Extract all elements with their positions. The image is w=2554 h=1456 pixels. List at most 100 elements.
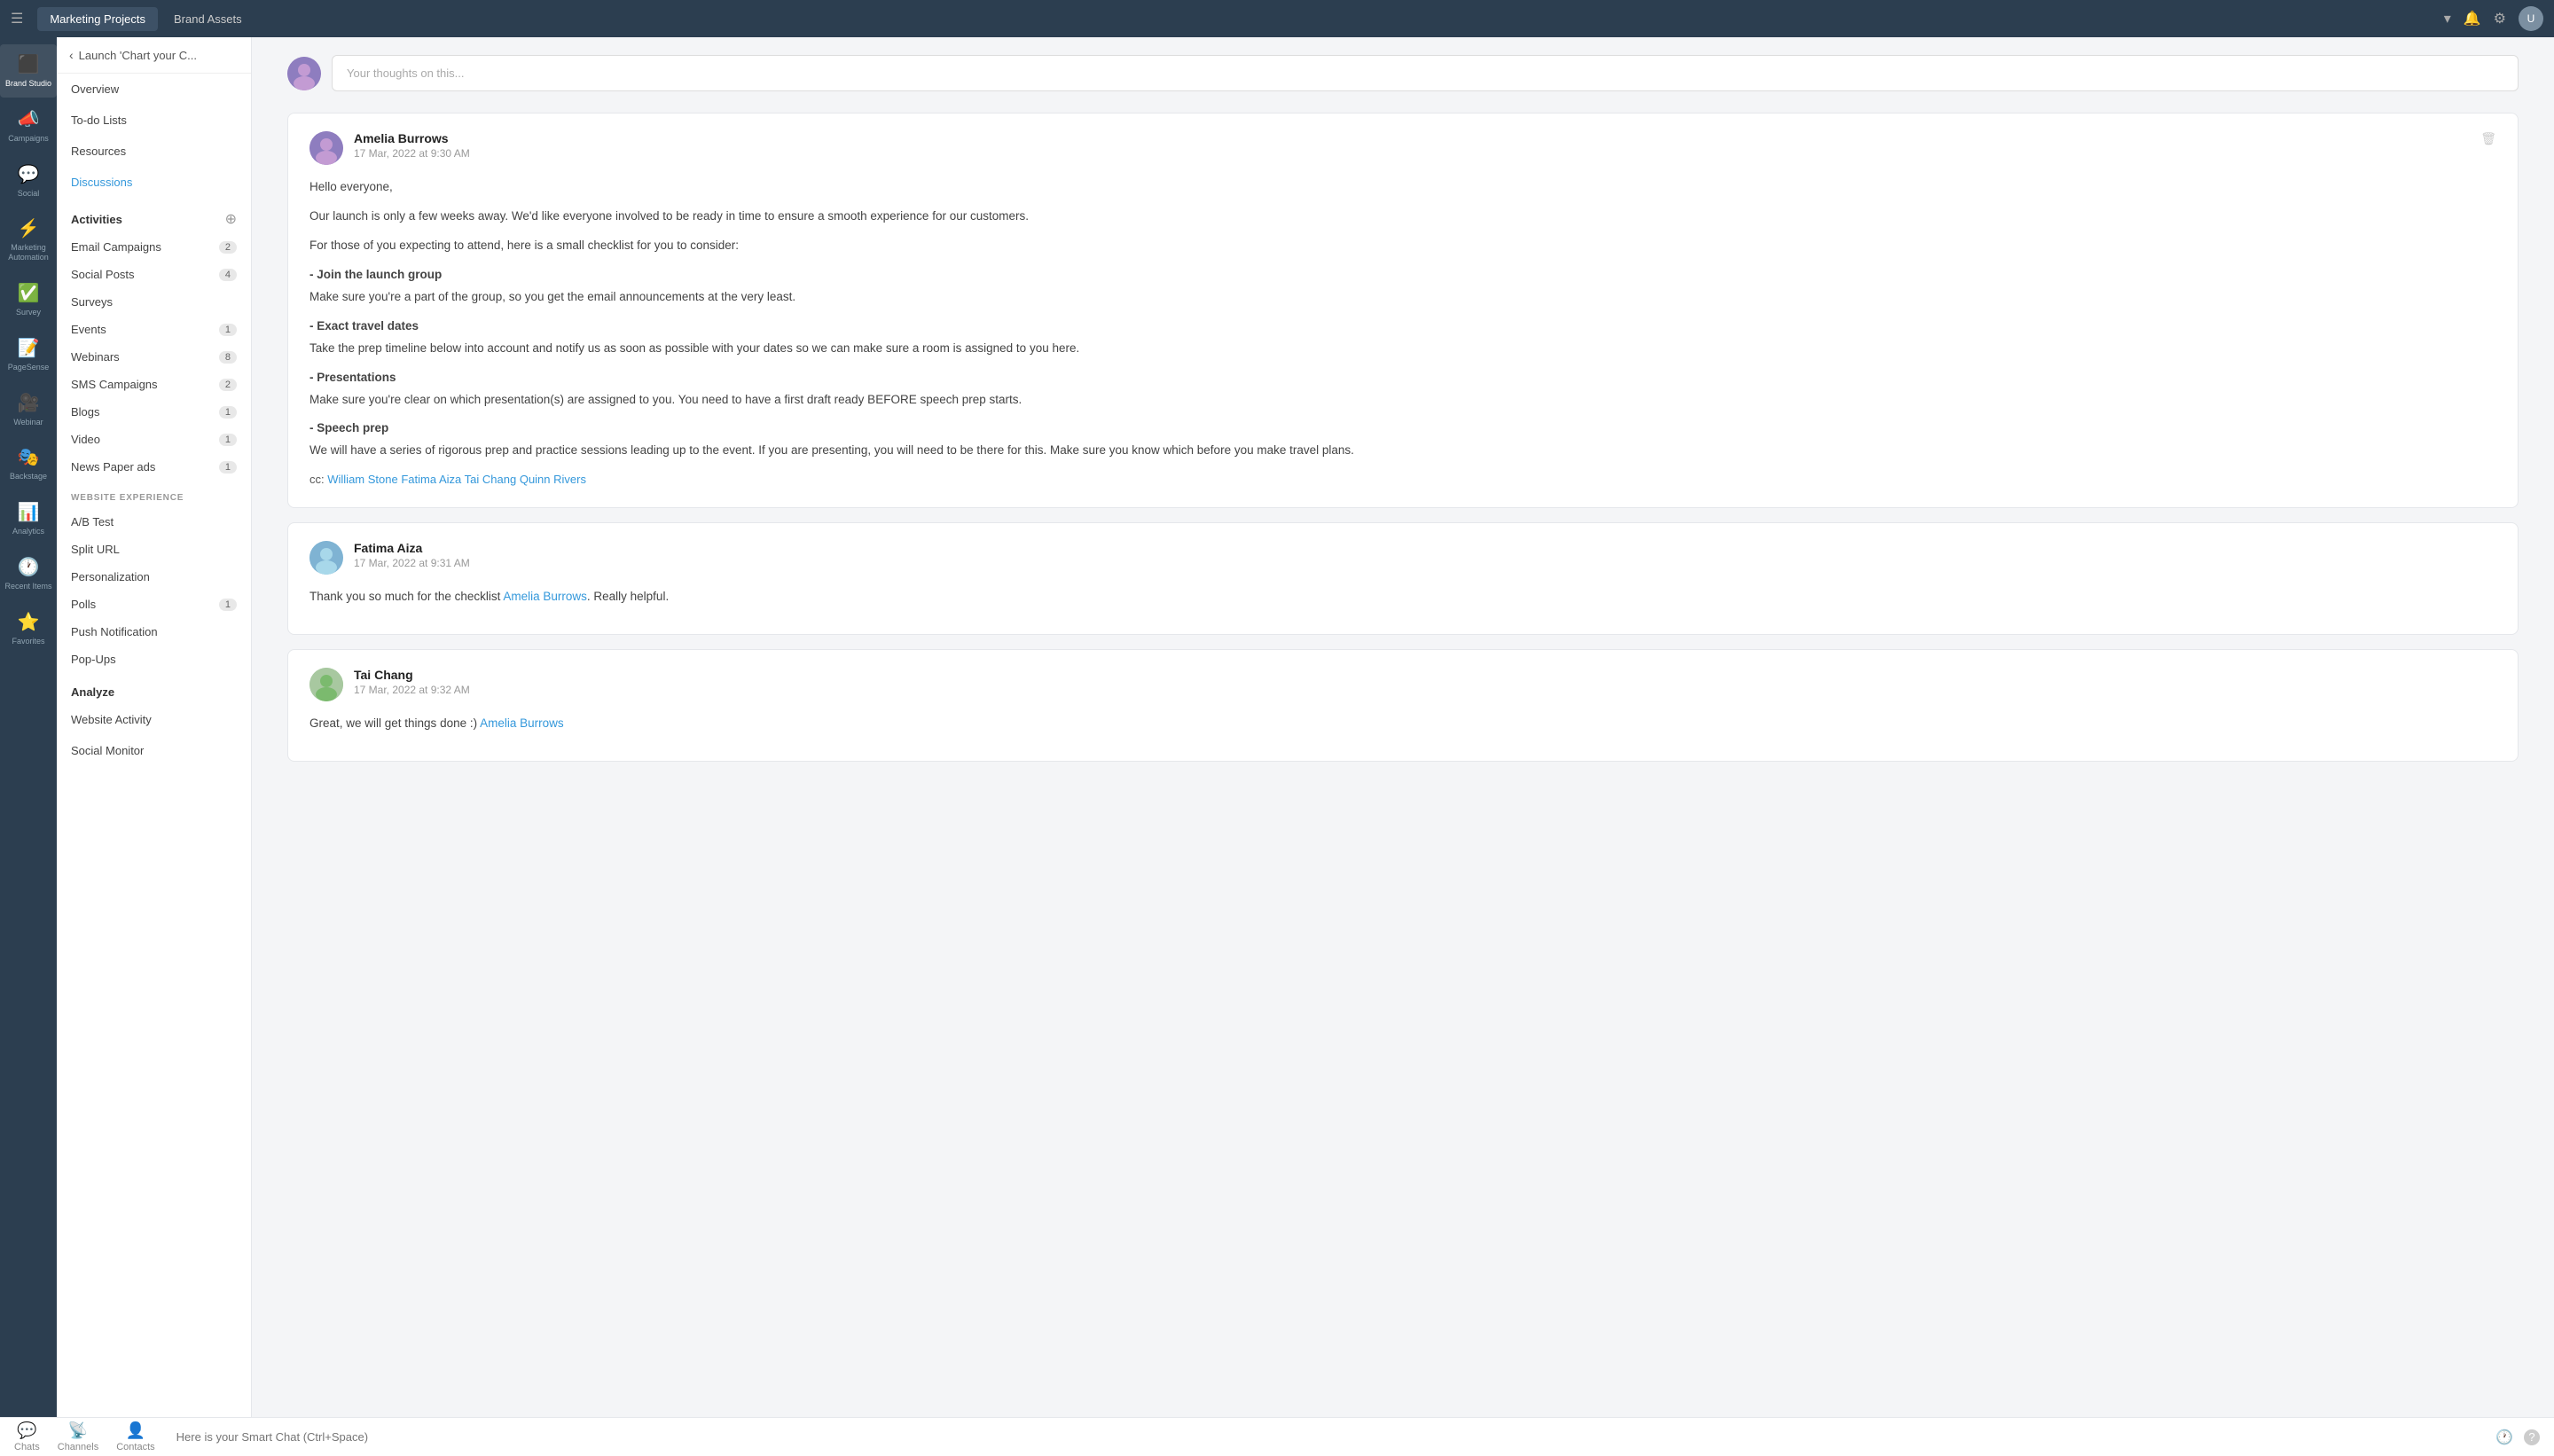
- activity-count-blogs: 1: [219, 406, 237, 419]
- add-activity-button[interactable]: ⊕: [225, 210, 237, 228]
- sidebar-activity-social-posts[interactable]: Social Posts4: [57, 261, 251, 288]
- sidebar-website-split-url[interactable]: Split URL: [57, 536, 251, 563]
- website-label-split-url: Split URL: [71, 543, 120, 556]
- sidebar-menu: ‹ Launch 'Chart your C... OverviewTo-do …: [57, 37, 252, 1417]
- sidebar-activity-newspaper-ads[interactable]: News Paper ads1: [57, 453, 251, 481]
- social-icon: 💬: [18, 163, 40, 185]
- sidebar-website-items: A/B Test Split URL PersonalizationPolls1Pu…: [57, 508, 251, 673]
- marketing-automation-icon: ⚡: [18, 217, 40, 239]
- bottom-tab-contacts[interactable]: 👤Contacts: [116, 1421, 154, 1452]
- sidebar-icon-brand-studio[interactable]: ⬛Brand Studio: [0, 44, 57, 98]
- sidebar-icon-favorites[interactable]: ⭐Favorites: [0, 602, 57, 655]
- sidebar-analyze-website-activity[interactable]: Website Activity: [57, 704, 251, 735]
- sidebar-website-personalization[interactable]: Personalization: [57, 563, 251, 591]
- sidebar-nav-todo-lists[interactable]: To-do Lists: [57, 105, 251, 136]
- checklist-item: - Join the launch group Make sure you're…: [309, 265, 2496, 308]
- sidebar-icon-marketing-automation[interactable]: ⚡ Marketing Automation: [0, 208, 57, 271]
- sidebar-back-button[interactable]: ‹ Launch 'Chart your C...: [57, 37, 251, 74]
- chats-icon: 💬: [17, 1421, 36, 1440]
- sidebar-website-pop-ups[interactable]: Pop-Ups: [57, 646, 251, 673]
- sidebar-activity-events[interactable]: Events1: [57, 316, 251, 343]
- checklist-desc: We will have a series of rigorous prep a…: [309, 443, 1354, 457]
- delete-comment-button[interactable]: 🗑: [2480, 131, 2496, 146]
- cc-link[interactable]: Quinn Rivers: [520, 473, 586, 486]
- sidebar-nav-discussions[interactable]: Discussions: [57, 167, 251, 198]
- sidebar-icon-pagesense[interactable]: 📝PageSense: [0, 328, 57, 381]
- sidebar-icon-label-favorites: Favorites: [12, 637, 44, 646]
- comment-meta: Amelia Burrows 17 Mar, 2022 at 9:30 AM: [354, 131, 2470, 160]
- bottom-tab-label: Contacts: [116, 1442, 154, 1452]
- bottom-tab-label: Chats: [14, 1442, 40, 1452]
- smart-chat-input[interactable]: [176, 1430, 2474, 1444]
- sidebar-icon-label-marketing-automation: Marketing Automation: [4, 243, 53, 262]
- comment-time: 17 Mar, 2022 at 9:30 AM: [354, 147, 2470, 160]
- checklist-item: - Presentations Make sure you're clear o…: [309, 368, 2496, 411]
- sidebar-icon-label-social: Social: [18, 189, 40, 199]
- bell-icon[interactable]: 🔔: [2464, 10, 2481, 27]
- webinar-icon: 🎥: [18, 392, 40, 414]
- sidebar-activity-video[interactable]: Video1: [57, 426, 251, 453]
- sidebar-icon-backstage[interactable]: 🎭Backstage: [0, 437, 57, 490]
- sidebar-activity-surveys[interactable]: Surveys: [57, 288, 251, 316]
- campaigns-icon: 📣: [18, 108, 40, 130]
- thought-input[interactable]: Your thoughts on this...: [332, 55, 2519, 91]
- comment-avatar: [309, 541, 343, 575]
- cc-link[interactable]: Tai Chang: [465, 473, 517, 486]
- checklist-title: - Exact travel dates: [309, 317, 2496, 337]
- hamburger-icon[interactable]: ☰: [11, 10, 23, 27]
- bottom-tab-chats[interactable]: 💬 Chats: [14, 1421, 40, 1452]
- comment-body: Hello everyone, Our launch is only a few…: [309, 177, 2496, 489]
- back-arrow-icon: ‹: [69, 48, 74, 62]
- user-avatar[interactable]: U: [2519, 6, 2543, 31]
- checklist-item: - Speech prep We will have a series of r…: [309, 419, 2496, 461]
- activities-title: Activities: [71, 213, 122, 226]
- comment-header: Tai Chang 17 Mar, 2022 at 9:32 AM: [309, 668, 2496, 701]
- activity-count-video: 1: [219, 434, 237, 446]
- backstage-icon: 🎭: [18, 446, 40, 468]
- bottom-bar-tabs: 💬 Chats 📡Channels 👤Contacts: [14, 1421, 155, 1452]
- top-nav-tab-marketing-projects[interactable]: Marketing Projects: [37, 7, 158, 31]
- current-user-avatar: [287, 57, 321, 90]
- sidebar-website-polls[interactable]: Polls1: [57, 591, 251, 618]
- checklist-intro: For those of you expecting to attend, he…: [309, 236, 2496, 256]
- comment-avatar: [309, 668, 343, 701]
- sidebar-activity-webinars[interactable]: Webinars 8: [57, 343, 251, 371]
- sidebar-analyze-social-monitor[interactable]: Social Monitor: [57, 735, 251, 766]
- sidebar-activity-sms-campaigns[interactable]: SMS Campaigns2: [57, 371, 251, 398]
- top-nav-right: ▾ 🔔 ⚙ U: [2444, 6, 2543, 31]
- website-count-polls: 1: [219, 599, 237, 611]
- sidebar-icon-survey[interactable]: ✅Survey: [0, 273, 57, 326]
- brand-studio-icon: ⬛: [18, 53, 40, 75]
- comment-card-comment-1: Amelia Burrows 17 Mar, 2022 at 9:30 AM 🗑…: [287, 113, 2519, 508]
- sidebar-activity-email-campaigns[interactable]: Email Campaigns2: [57, 233, 251, 261]
- mention-link[interactable]: Amelia Burrows: [503, 590, 587, 603]
- sidebar-icon-social[interactable]: 💬 Social: [0, 154, 57, 207]
- top-nav-tab-brand-assets[interactable]: Brand Assets: [161, 7, 255, 31]
- sidebar-nav-resources[interactable]: Resources: [57, 136, 251, 167]
- thought-input-row: Your thoughts on this...: [287, 55, 2519, 91]
- sidebar-website-push-notification[interactable]: Push Notification: [57, 618, 251, 646]
- settings-icon[interactable]: ⚙: [2494, 10, 2506, 27]
- cc-link[interactable]: William Stone: [327, 473, 397, 486]
- sidebar-icon-campaigns[interactable]: 📣Campaigns: [0, 99, 57, 153]
- sidebar-icon-webinar[interactable]: 🎥Webinar: [0, 383, 57, 436]
- dropdown-icon[interactable]: ▾: [2444, 10, 2451, 27]
- activity-label-social-posts: Social Posts: [71, 268, 135, 281]
- sidebar-icon-analytics[interactable]: 📊Analytics: [0, 492, 57, 545]
- activity-count-newspaper-ads: 1: [219, 461, 237, 474]
- comment-card-comment-3: Tai Chang 17 Mar, 2022 at 9:32 AM Great,…: [287, 649, 2519, 762]
- bottom-tab-channels[interactable]: 📡Channels: [58, 1421, 98, 1452]
- activity-count-sms-campaigns: 2: [219, 379, 237, 391]
- activity-label-webinars: Webinars: [71, 350, 120, 364]
- sidebar-website-ab-test[interactable]: A/B Test: [57, 508, 251, 536]
- pagesense-icon: 📝: [18, 337, 40, 359]
- comment-body: Great, we will get things done :) Amelia…: [309, 714, 2496, 734]
- sidebar-nav-overview[interactable]: Overview: [57, 74, 251, 105]
- main-layout: ⬛Brand Studio📣Campaigns 💬 Social ⚡ Marketing…: [0, 37, 2554, 1417]
- sidebar-activity-blogs[interactable]: Blogs1: [57, 398, 251, 426]
- activity-count-webinars: 8: [219, 351, 237, 364]
- cc-link[interactable]: Fatima Aiza: [401, 473, 461, 486]
- comment-header: Amelia Burrows 17 Mar, 2022 at 9:30 AM 🗑: [309, 131, 2496, 165]
- sidebar-icon-recent-items[interactable]: 🕐Recent Items: [0, 547, 57, 600]
- mention-link[interactable]: Amelia Burrows: [480, 716, 564, 730]
